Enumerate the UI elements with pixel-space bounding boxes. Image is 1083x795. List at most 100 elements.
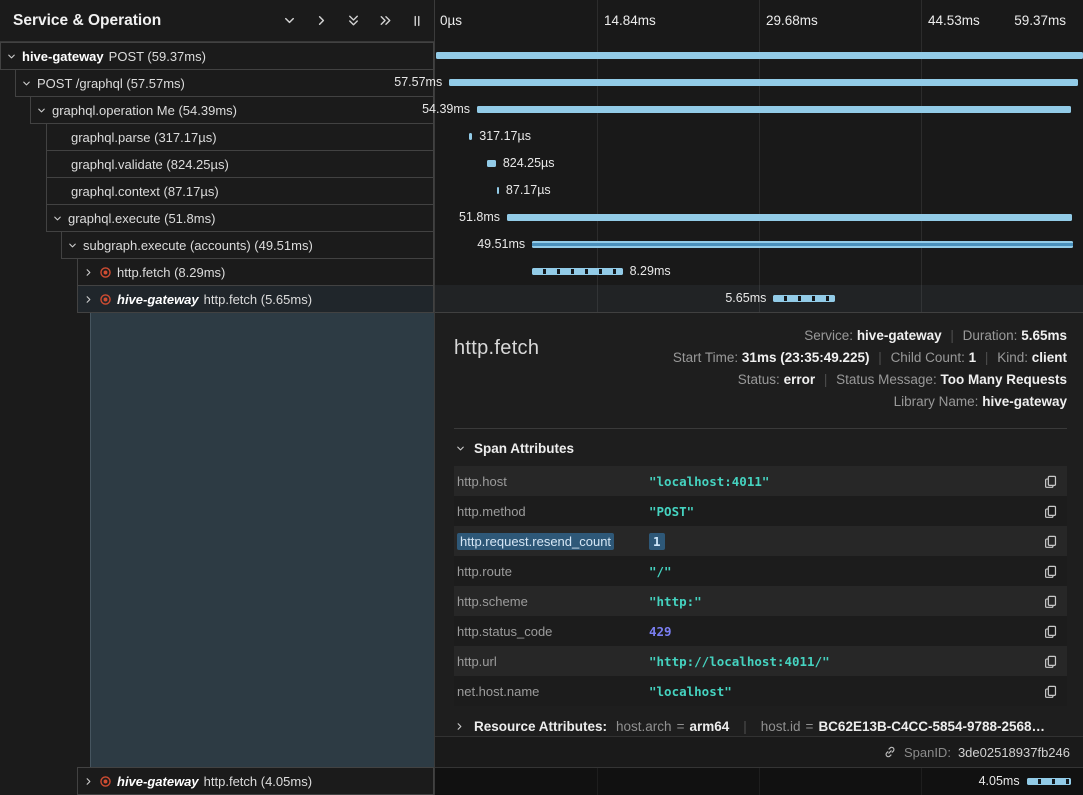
meta-service: hive-gateway: [857, 328, 942, 343]
separator: |: [950, 328, 954, 343]
span-bar[interactable]: [532, 241, 1072, 248]
attribute-row-selected[interactable]: http.request.resend_count 1: [454, 526, 1067, 556]
attribute-row[interactable]: http.url "http://localhost:4011/": [454, 646, 1067, 676]
copy-icon[interactable]: [1043, 504, 1058, 519]
span-bar[interactable]: [1027, 778, 1071, 785]
timeline-ruler: 0µs 14.84ms 29.68ms 44.53ms 59.37ms: [435, 0, 1083, 42]
bar-duration-label: 8.29ms: [630, 258, 671, 285]
chevron-down-icon[interactable]: [455, 443, 466, 454]
copy-icon[interactable]: [1043, 534, 1058, 549]
detail-header: http.fetch Service: hive-gateway | Durat…: [454, 325, 1067, 413]
span-label: graphql.parse (317.17µs): [71, 130, 217, 145]
span-tree-row[interactable]: graphql.parse (317.17µs): [46, 123, 434, 151]
span-detail-panel: http.fetch Service: hive-gateway | Durat…: [435, 312, 1083, 767]
attribute-row[interactable]: http.host "localhost:4011": [454, 466, 1067, 496]
span-bar[interactable]: [469, 133, 472, 140]
span-tree: hive-gateway POST (59.37ms) POST /graphq…: [0, 42, 434, 313]
span-tree-row-root[interactable]: hive-gateway POST (59.37ms): [0, 42, 434, 70]
span-id-strip: SpanID: 3de02518937fb246: [435, 736, 1083, 767]
span-tree-row[interactable]: POST /graphql (57.57ms): [15, 69, 434, 97]
copy-icon[interactable]: [1043, 624, 1058, 639]
attribute-key: http.method: [457, 504, 649, 519]
copy-icon[interactable]: [1043, 684, 1058, 699]
meta-line: Status: error | Status Message: Too Many…: [673, 369, 1067, 391]
attribute-row[interactable]: http.method "POST": [454, 496, 1067, 526]
chevron-down-icon[interactable]: [6, 51, 17, 62]
span-tree-panel: Service & Operation hive-gateway POST (5…: [0, 0, 435, 795]
timeline-row-bottom: 4.05ms: [435, 767, 1083, 795]
attribute-row[interactable]: net.host.name "localhost": [454, 676, 1067, 706]
timeline-row: 54.39ms: [435, 96, 1083, 123]
timeline-row: 87.17µs: [435, 177, 1083, 204]
span-tree-row[interactable]: http.fetch (8.29ms): [77, 258, 434, 286]
ruler-tick-label: 59.37ms: [1014, 0, 1066, 42]
span-bar[interactable]: [497, 187, 499, 194]
chevron-right-icon[interactable]: [454, 721, 465, 732]
collapse-one-icon[interactable]: [282, 13, 297, 28]
span-attributes-table: http.host "localhost:4011" http.method "…: [454, 466, 1067, 706]
span-bar[interactable]: [487, 160, 496, 167]
span-service-name: hive-gateway: [22, 49, 104, 64]
chevron-down-icon[interactable]: [36, 105, 47, 116]
divider: [454, 428, 1067, 429]
span-tree-row-selected[interactable]: hive-gateway http.fetch (5.65ms): [77, 285, 434, 313]
span-bar[interactable]: [477, 106, 1071, 113]
attribute-row[interactable]: http.status_code 429: [454, 616, 1067, 646]
span-tree-row[interactable]: hive-gateway http.fetch (4.05ms): [77, 767, 434, 795]
resource-key: host.id: [761, 719, 801, 734]
attribute-key: http.url: [457, 654, 649, 669]
copy-icon[interactable]: [1043, 594, 1058, 609]
meta-start-time: 31ms (23:35:49.225): [742, 350, 870, 365]
error-status-icon: [99, 266, 112, 279]
copy-icon[interactable]: [1043, 474, 1058, 489]
span-tree-row[interactable]: subgraph.execute (accounts) (49.51ms): [61, 231, 434, 259]
detail-meta: Service: hive-gateway | Duration: 5.65ms…: [673, 325, 1067, 413]
span-bar[interactable]: [507, 214, 1072, 221]
expand-one-icon[interactable]: [314, 13, 329, 28]
meta-child-count: 1: [969, 350, 977, 365]
resource-attributes-row[interactable]: Resource Attributes: host.arch = arm64 |…: [454, 719, 1067, 734]
copy-icon[interactable]: [1043, 654, 1058, 669]
span-label: POST (59.37ms): [109, 49, 206, 64]
timeline-row: 317.17µs: [435, 123, 1083, 150]
chevron-down-icon[interactable]: [21, 78, 32, 89]
panel-title: Service & Operation: [13, 12, 161, 30]
link-icon[interactable]: [883, 745, 897, 759]
attribute-value: "POST": [649, 504, 694, 519]
collapse-all-icon[interactable]: [346, 13, 361, 28]
span-label: http.fetch (8.29ms): [117, 265, 225, 280]
expand-all-icon[interactable]: [378, 13, 393, 28]
span-attributes-header[interactable]: Span Attributes: [455, 441, 1067, 456]
span-bar[interactable]: [773, 295, 835, 302]
attribute-key: net.host.name: [457, 684, 649, 699]
attribute-value: "/": [649, 564, 672, 579]
span-tree-row[interactable]: graphql.context (87.17µs): [46, 177, 434, 205]
attribute-row[interactable]: http.scheme "http:": [454, 586, 1067, 616]
timeline-row: 57.57ms: [435, 69, 1083, 96]
detail-span-title: http.fetch: [454, 325, 539, 360]
span-bar[interactable]: [449, 79, 1077, 86]
chevron-down-icon[interactable]: [52, 213, 63, 224]
span-tree-row[interactable]: graphql.validate (824.25µs): [46, 150, 434, 178]
timeline-lanes: 57.57ms 54.39ms 317.17µs 824.25µs 87.17µ…: [435, 42, 1083, 312]
attribute-value: "http:": [649, 594, 702, 609]
span-bar[interactable]: [436, 52, 1083, 59]
chevron-right-icon[interactable]: [83, 776, 94, 787]
chevron-right-icon[interactable]: [83, 294, 94, 305]
attribute-row[interactable]: http.route "/": [454, 556, 1067, 586]
span-tree-row[interactable]: graphql.operation Me (54.39ms): [30, 96, 434, 124]
timeline-row: 8.29ms: [435, 258, 1083, 285]
resource-value: arm64: [689, 719, 729, 734]
bar-duration-label: 49.51ms: [477, 231, 525, 258]
chevron-down-icon[interactable]: [67, 240, 78, 251]
separator: |: [743, 719, 747, 734]
chevron-right-icon[interactable]: [83, 267, 94, 278]
meta-line: Start Time: 31ms (23:35:49.225) | Child …: [673, 347, 1067, 369]
panel-resize-handle[interactable]: [410, 14, 424, 28]
resource-key: host.arch: [616, 719, 672, 734]
bar-duration-label: 87.17µs: [506, 177, 551, 204]
span-bar[interactable]: [532, 268, 622, 275]
span-tree-row[interactable]: graphql.execute (51.8ms): [46, 204, 434, 232]
span-label: graphql.validate (824.25µs): [71, 157, 229, 172]
copy-icon[interactable]: [1043, 564, 1058, 579]
